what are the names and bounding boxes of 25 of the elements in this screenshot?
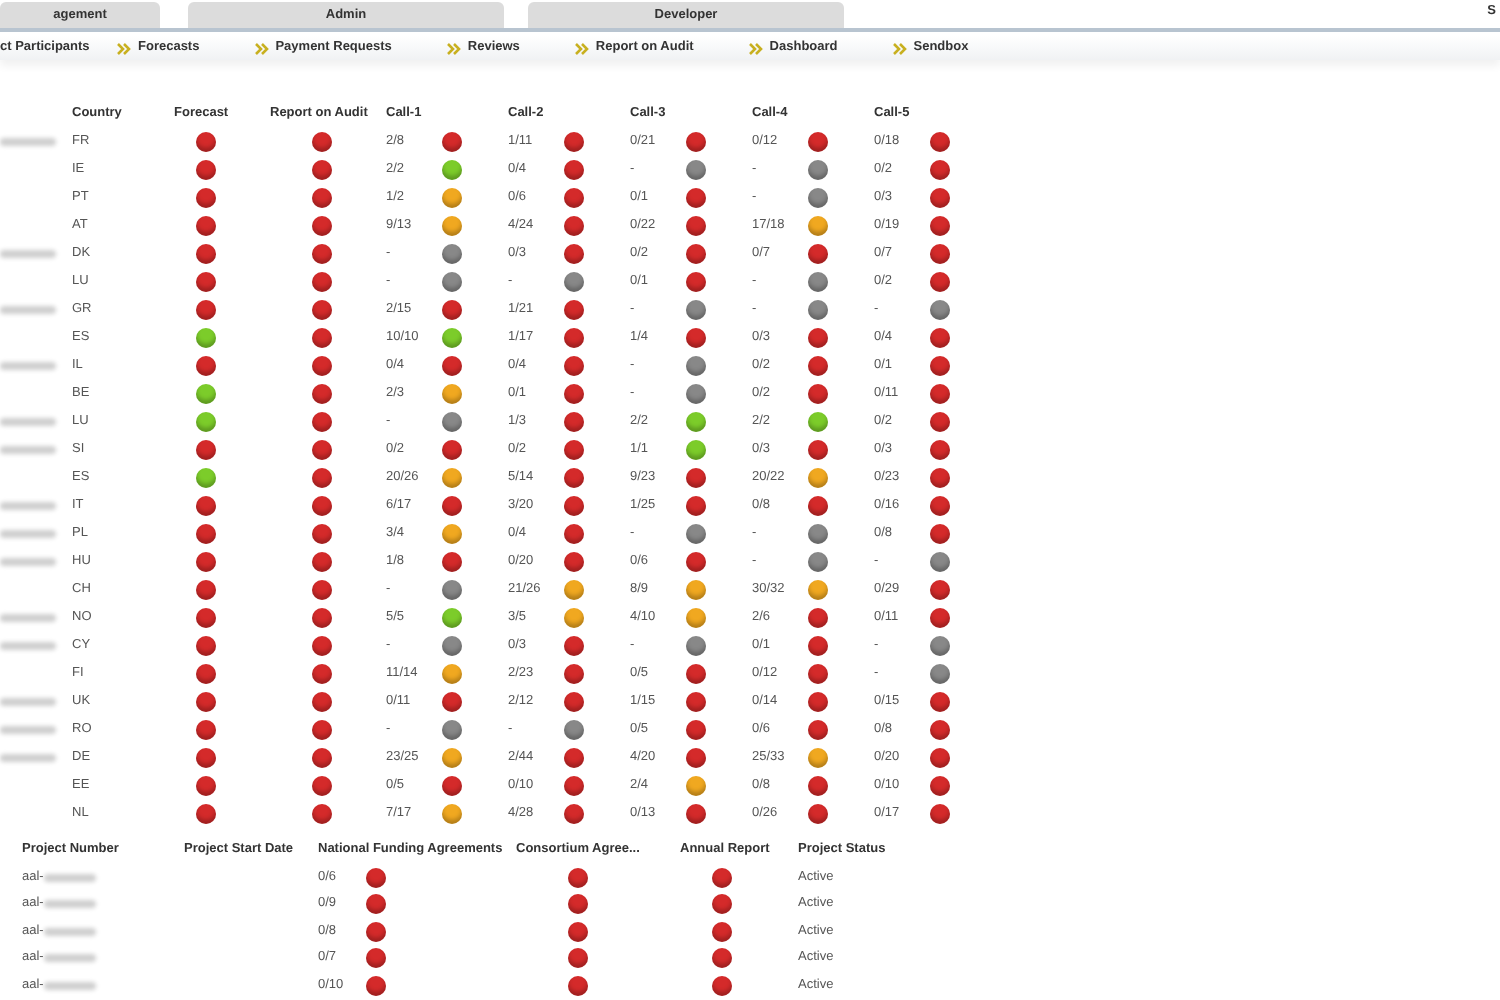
- redacted-text: [0, 502, 56, 510]
- redacted-text: [0, 418, 56, 426]
- chevron-icon: [573, 41, 590, 55]
- redacted-text: [0, 558, 56, 566]
- chevron-icon: [445, 41, 462, 55]
- chevron-icon: [747, 41, 764, 55]
- chevron-icon: [891, 41, 908, 55]
- chevron-icon: [253, 41, 270, 55]
- redacted-text: [43, 954, 96, 963]
- redacted-text: [43, 873, 96, 882]
- redacted-text: [0, 530, 56, 538]
- chevron-icon: [116, 41, 132, 55]
- redacted-text: [0, 138, 56, 146]
- redacted-text: [0, 362, 56, 370]
- redacted-text: [0, 250, 56, 258]
- redacted-text: [0, 754, 56, 762]
- redacted-text: [0, 446, 56, 454]
- redacted-text: [43, 981, 96, 990]
- redacted-text: [0, 614, 56, 622]
- redacted-text: [0, 306, 56, 314]
- redacted-text: [43, 927, 96, 936]
- redacted-text: [0, 642, 56, 650]
- redacted-text: [0, 698, 56, 706]
- redacted-text: [43, 900, 96, 909]
- redacted-text: [0, 726, 56, 734]
